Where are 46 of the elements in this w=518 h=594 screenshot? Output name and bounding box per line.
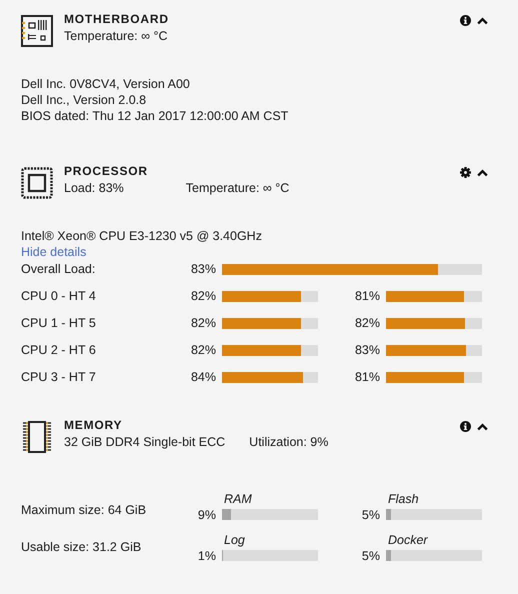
- collapse-icon[interactable]: [477, 168, 488, 176]
- meter-name: Log: [223, 533, 246, 547]
- hide-details-link[interactable]: Hide details: [21, 244, 86, 260]
- collapse-icon[interactable]: [477, 422, 488, 430]
- section-title: MEMORY: [64, 418, 124, 432]
- meter-name: Flash: [387, 492, 420, 506]
- load-reading: 84%: [190, 370, 217, 384]
- summary-text: Temperature: ∞ °C: [64, 29, 168, 43]
- load-reading: 83%: [190, 262, 217, 276]
- memory-chip-icon: [21, 421, 53, 453]
- load-reading: 82%: [190, 343, 217, 357]
- load-reading: 81%: [354, 289, 381, 303]
- memory-label: Usable size: 31.2 GiB: [21, 538, 142, 554]
- section-title: MOTHERBOARD: [64, 12, 169, 26]
- summary-text: Utilization: 9%: [249, 435, 328, 449]
- summary-text: Load: 83%: [64, 181, 124, 195]
- detail-text: Dell Inc., Version 2.0.8: [21, 92, 148, 108]
- usage-reading: 5%: [360, 549, 381, 563]
- collapse-icon[interactable]: [477, 16, 488, 24]
- load-reading: 82%: [190, 289, 217, 303]
- meter-name: RAM: [223, 492, 253, 506]
- detail-text: Dell Inc. 0V8CV4, Version A00: [21, 76, 191, 92]
- meter-name: Docker: [387, 533, 429, 547]
- overall-load-label: Overall Load:: [21, 262, 96, 276]
- summary-text: Temperature: ∞ °C: [186, 181, 290, 195]
- load-reading: 82%: [354, 316, 381, 330]
- cpu-label: CPU 3 - HT 7: [21, 370, 97, 384]
- load-reading: 83%: [354, 343, 381, 357]
- cpu-label: CPU 0 - HT 4: [21, 289, 97, 303]
- load-reading: 82%: [190, 316, 217, 330]
- info-icon[interactable]: [460, 15, 471, 26]
- detail-text: Intel® Xeon® CPU E3-1230 v5 @ 3.40GHz: [21, 228, 263, 244]
- settings-icon[interactable]: [460, 167, 471, 178]
- section-title: PROCESSOR: [64, 164, 149, 178]
- cpu-label: CPU 1 - HT 5: [21, 316, 97, 330]
- cpu-label: CPU 2 - HT 6: [21, 343, 97, 357]
- processor-icon: [21, 167, 53, 199]
- load-reading: 81%: [354, 370, 381, 384]
- detail-text: BIOS dated: Thu 12 Jan 2017 12:00:00 AM CST: [21, 108, 290, 124]
- info-icon[interactable]: [460, 421, 471, 432]
- memory-label: Maximum size: 64 GiB: [21, 502, 148, 517]
- usage-reading: 5%: [360, 508, 381, 522]
- usage-reading: 1%: [196, 549, 217, 563]
- usage-reading: 9%: [196, 508, 217, 522]
- summary-text: 32 GiB DDR4 Single-bit ECC: [64, 435, 226, 449]
- motherboard-icon: [21, 15, 53, 47]
